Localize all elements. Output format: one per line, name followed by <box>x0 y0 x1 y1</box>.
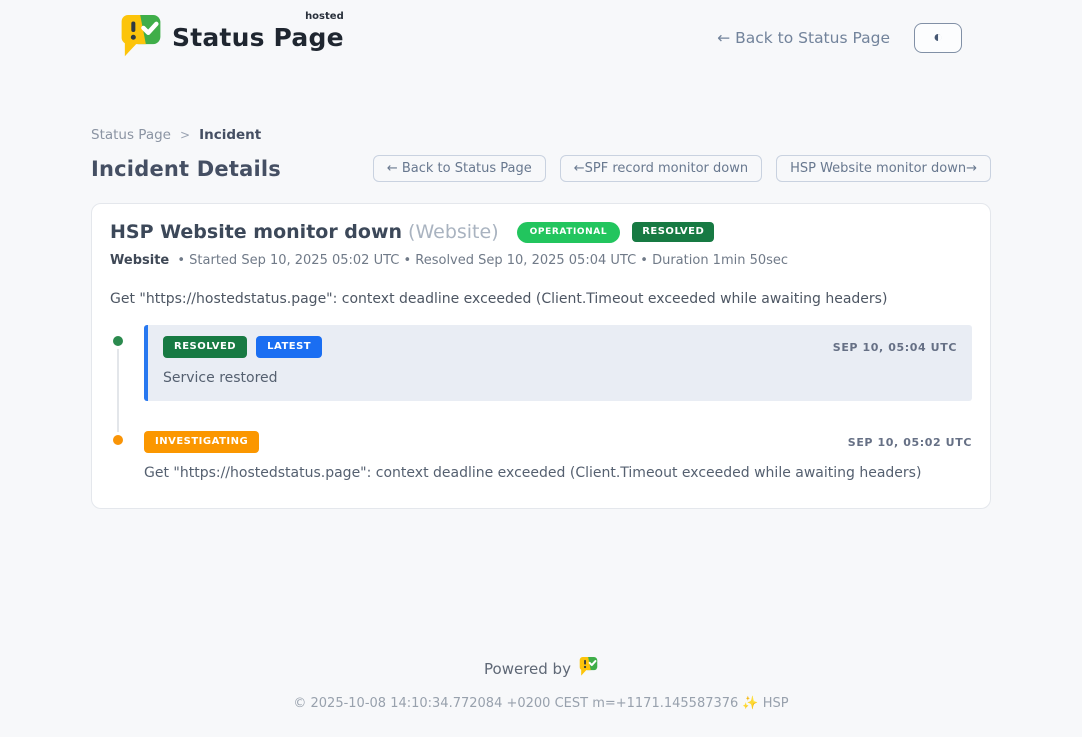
main-content: Status Page > Incident Incident Details … <box>91 127 991 656</box>
breadcrumb-separator: > <box>180 128 190 142</box>
breadcrumb: Status Page > Incident <box>91 127 991 143</box>
resolved-state-badge: RESOLVED <box>632 222 714 242</box>
breadcrumb-status-page[interactable]: Status Page <box>91 127 171 143</box>
theme-toggle-button[interactable]: ◐ <box>914 23 962 53</box>
timeline-dot-green <box>110 333 126 349</box>
logo-hosted-superscript: hosted <box>305 11 344 22</box>
prev-incident-button[interactable]: ←SPF record monitor down <box>560 155 762 182</box>
incident-title: HSP Website monitor down <box>110 221 402 243</box>
back-to-status-page-button[interactable]: ← Back to Status Page <box>373 155 546 182</box>
timeline-latest-update-box: RESOLVED LATEST SEP 10, 05:04 UTC Servic… <box>144 325 972 401</box>
incident-timeline: RESOLVED LATEST SEP 10, 05:04 UTC Servic… <box>110 332 972 481</box>
latest-badge: LATEST <box>256 336 322 358</box>
operational-status-badge: OPERATIONAL <box>517 222 621 243</box>
footer: Powered by © 2025-10-08 14:10:34.772084 … <box>0 656 1082 737</box>
timeline-message: Service restored <box>163 370 957 386</box>
header: Status Page hosted ← Back to Status Page… <box>0 0 1082 76</box>
powered-by: Powered by <box>0 656 1082 681</box>
resolved-badge: RESOLVED <box>163 336 247 358</box>
powered-by-label: Powered by <box>484 660 571 678</box>
incident-card-header: HSP Website monitor down (Website) OPERA… <box>110 221 972 243</box>
incident-scope: (Website) <box>408 221 499 243</box>
investigating-badge: INVESTIGATING <box>144 431 259 453</box>
timeline-dot-orange <box>110 432 126 448</box>
breadcrumb-incident: Incident <box>199 127 261 143</box>
back-to-status-page-link[interactable]: ← Back to Status Page <box>717 29 890 47</box>
incident-meta: Website • Started Sep 10, 2025 05:02 UTC… <box>110 253 972 268</box>
status-page-logo-icon <box>120 13 162 63</box>
incident-description: Get "https://hostedstatus.page": context… <box>110 291 972 307</box>
timeline-timestamp: SEP 10, 05:02 UTC <box>848 436 972 449</box>
page-title: Incident Details <box>91 157 281 181</box>
incident-meta-dates: • Started Sep 10, 2025 05:02 UTC • Resol… <box>177 253 788 268</box>
logo-title: Status Page <box>172 23 344 52</box>
title-row: Incident Details ← Back to Status Page ←… <box>91 155 991 182</box>
contrast-icon: ◐ <box>933 30 943 46</box>
incident-nav-buttons: ← Back to Status Page ←SPF record monito… <box>373 155 991 182</box>
timeline-timestamp: SEP 10, 05:04 UTC <box>833 341 957 354</box>
incident-card: HSP Website monitor down (Website) OPERA… <box>91 203 991 509</box>
timeline-event-investigating: INVESTIGATING SEP 10, 05:02 UTC Get "htt… <box>110 431 972 481</box>
logo[interactable]: Status Page hosted <box>120 13 344 63</box>
incident-service-name: Website <box>110 253 169 268</box>
status-page-logo-icon-small[interactable] <box>579 656 598 681</box>
timeline-event-resolved: RESOLVED LATEST SEP 10, 05:04 UTC Servic… <box>110 332 972 401</box>
next-incident-button[interactable]: HSP Website monitor down→ <box>776 155 991 182</box>
timeline-message: Get "https://hostedstatus.page": context… <box>144 465 972 481</box>
copyright-text: © 2025-10-08 14:10:34.772084 +0200 CEST … <box>0 696 1082 711</box>
